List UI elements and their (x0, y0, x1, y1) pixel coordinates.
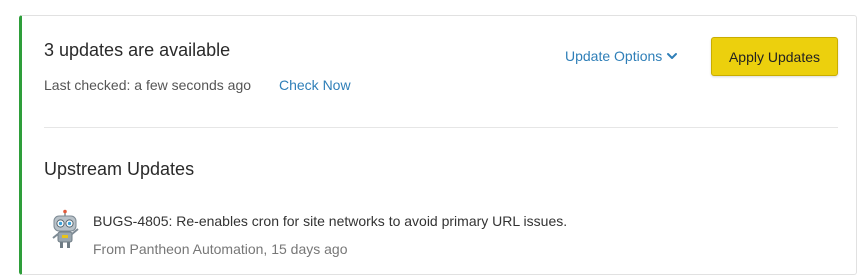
divider (44, 127, 838, 128)
robot-avatar-icon (52, 209, 79, 248)
chevron-down-icon (667, 53, 678, 59)
last-checked-text: Last checked: a few seconds ago (44, 77, 252, 93)
upstream-updates-title: Upstream Updates (44, 159, 195, 179)
apply-updates-button[interactable]: Apply Updates (711, 37, 838, 76)
updates-available-title: 3 updates are available (44, 40, 231, 60)
update-options-dropdown[interactable]: Update Options (565, 48, 678, 64)
update-message: BUGS-4805: Re-enables cron for site netw… (93, 213, 568, 229)
check-now-link[interactable]: Check Now (279, 77, 351, 93)
update-meta: From Pantheon Automation, 15 days ago (93, 241, 348, 257)
updates-card: 3 updates are available Last checked: a … (19, 15, 857, 275)
update-options-label: Update Options (565, 48, 663, 64)
